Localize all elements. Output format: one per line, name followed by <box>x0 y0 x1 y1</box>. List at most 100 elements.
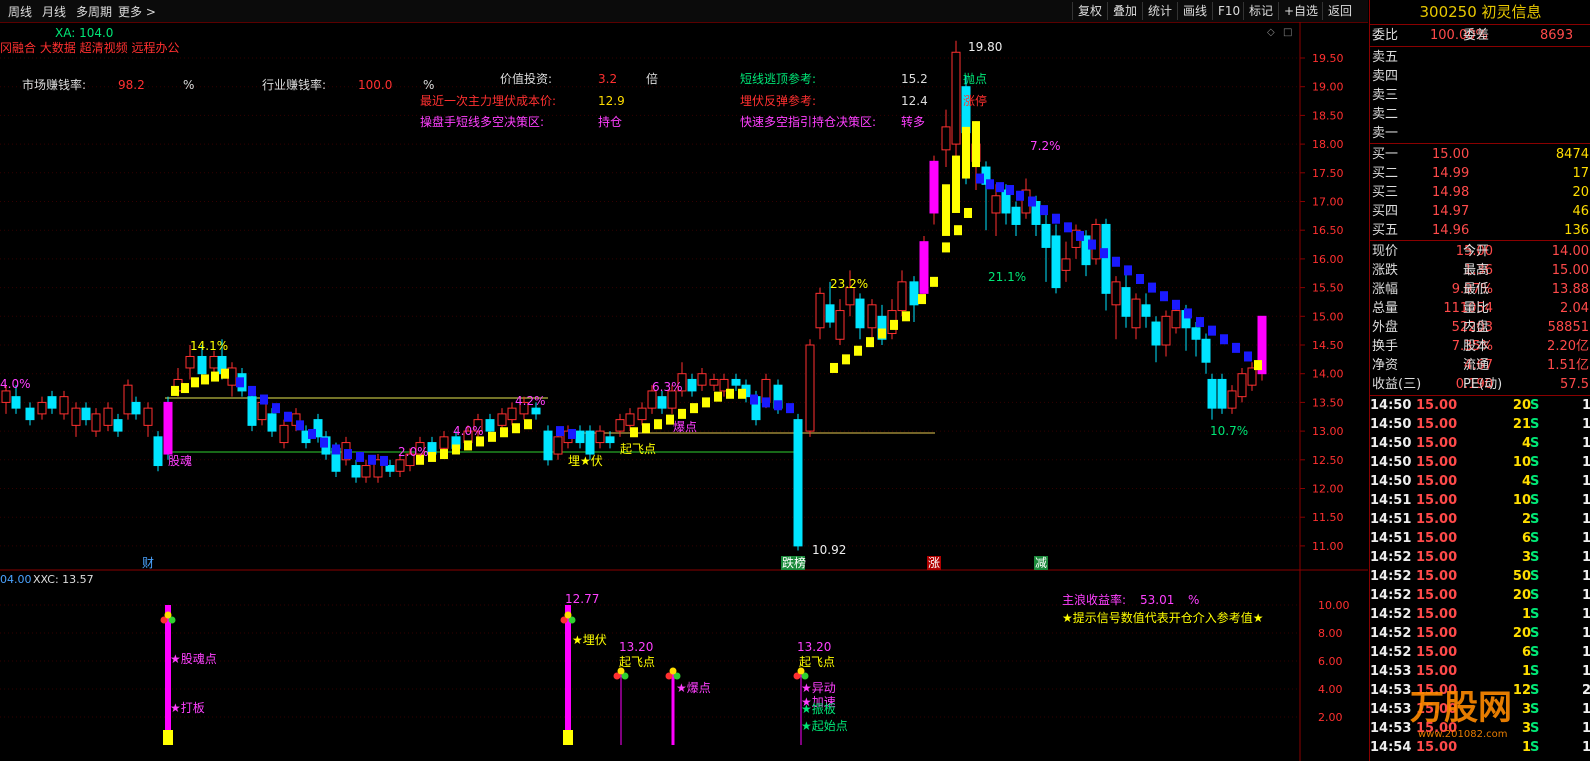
bid-label-5: 买五 <box>1372 223 1399 238</box>
bid-vol-4: 46 <box>1572 204 1589 219</box>
tick-2-n: 1 <box>1581 436 1590 451</box>
candle-body <box>531 407 541 415</box>
tick-1-s: S <box>1530 417 1540 432</box>
candle-body <box>1061 258 1071 271</box>
candle-body <box>991 195 1001 214</box>
tick-12-s: S <box>1530 626 1540 641</box>
price-axis: 19.50 19.00 18.50 18.00 17.50 17.00 16.50 16.00… <box>1300 52 1344 553</box>
tick-10-p: 15.00 <box>1416 588 1458 603</box>
ask-row-2[interactable]: 卖二 <box>1372 105 1398 124</box>
last-cost-label: 最近一次主力埋伏成本价: <box>420 94 556 108</box>
sub-maifu: ★埋伏 <box>572 633 607 647</box>
tick-13-p: 15.00 <box>1416 645 1458 660</box>
candle-body <box>497 413 507 426</box>
diamond-icon[interactable]: ◇ <box>1267 27 1275 38</box>
candle-body <box>709 378 719 386</box>
stock-title[interactable]: 300250 初灵信息 <box>1370 0 1590 25</box>
trend-block <box>976 173 984 184</box>
tick-8-n: 1 <box>1581 550 1590 565</box>
candle-body <box>909 281 919 306</box>
price-tick-label: 15.00 <box>1312 310 1344 323</box>
tick-14-n: 1 <box>1581 664 1590 679</box>
back-button[interactable]: 返回 <box>1322 2 1357 20</box>
signal-maifu: 埋★伏 <box>568 454 603 468</box>
candle-body <box>1111 281 1121 306</box>
trend-block <box>201 374 209 385</box>
tick-17-t: 14:53 <box>1370 721 1412 736</box>
ask-row-3[interactable]: 卖三 <box>1372 86 1398 105</box>
tick-3-n: 1 <box>1581 455 1590 470</box>
tick-3-s: S <box>1530 455 1540 470</box>
trend-block <box>332 444 340 455</box>
tab-multi-period[interactable]: 多周期 <box>76 3 112 20</box>
candle-body <box>1161 315 1171 346</box>
tick-14-s: S <box>1530 664 1540 679</box>
watermark-logo: 万股网 www.201082.com <box>1410 680 1590 750</box>
overlay-button[interactable]: 叠加 <box>1107 2 1142 20</box>
tick-0-n: 1 <box>1581 398 1590 413</box>
candle-body <box>123 384 133 415</box>
candle-body <box>825 304 835 323</box>
candle-body <box>867 304 877 329</box>
pct-label-6: 6.3% <box>652 380 683 394</box>
sub-daban: ★打板 <box>170 701 205 715</box>
sub-value-2: 13.20 <box>619 640 653 654</box>
trend-block <box>284 411 292 422</box>
candle-body <box>1201 338 1211 363</box>
bid-vol-1: 8474 <box>1555 147 1589 162</box>
restore-right-button[interactable]: 复权 <box>1072 2 1107 20</box>
bid-vol-5: 136 <box>1564 223 1589 238</box>
tick-5-s: S <box>1530 493 1540 508</box>
candle-body <box>163 401 173 455</box>
ask-row-4[interactable]: 卖四 <box>1372 67 1398 86</box>
more-menu[interactable]: 更多 > <box>118 3 156 20</box>
trend-block <box>488 431 496 442</box>
trend-block <box>248 385 256 396</box>
stat-1-v2: 15.00 <box>1551 263 1589 278</box>
statistics-button[interactable]: 统计 <box>1142 2 1177 20</box>
sub-qishi: ★起始点 <box>801 719 848 733</box>
tab-monthly[interactable]: 月线 <box>42 3 66 20</box>
add-watchlist-button[interactable]: +自选 <box>1278 2 1323 20</box>
draw-line-button[interactable]: 画线 <box>1177 2 1212 20</box>
sub-value-1: 12.77 <box>565 592 599 606</box>
tick-10-n: 1 <box>1581 588 1590 603</box>
tick-2-p: 15.00 <box>1416 436 1458 451</box>
quote-panel: 300250 初灵信息 委比 100.00% 委差 8693 卖五 卖四 卖三 卖二卖… <box>1369 0 1590 761</box>
pct-label-4a: 4.0% <box>0 377 31 391</box>
tag-jian[interactable]: 减 <box>1035 556 1047 570</box>
trend-block <box>1064 222 1072 233</box>
kline-chart[interactable]: 19.50 19.00 18.50 18.00 17.50 17.00 16.50 16.00… <box>0 22 1368 761</box>
trend-block <box>726 388 734 399</box>
tag-cai[interactable]: 财 <box>142 556 154 570</box>
quick-label: 快速多空指引持仓决策区: <box>740 114 876 129</box>
f10-button[interactable]: F10 <box>1212 2 1245 20</box>
square-icon[interactable]: □ <box>1283 27 1292 38</box>
bid-label-1: 买一 <box>1372 147 1399 162</box>
price-grid <box>0 57 1300 547</box>
price-tick-label: 17.50 <box>1312 167 1344 180</box>
tab-weekly[interactable]: 周线 <box>8 3 32 20</box>
stat-1-l1: 涨跌 <box>1372 263 1399 278</box>
tag-dieb[interactable]: 跌榜 <box>782 555 806 570</box>
stat-5-v2: 2.20亿 <box>1547 339 1589 354</box>
tick-4-p: 15.00 <box>1416 474 1458 489</box>
stat-3-l2: 量比 <box>1463 301 1490 316</box>
trend-block <box>986 179 994 190</box>
candle-body <box>657 396 667 409</box>
trend-block <box>1148 282 1156 293</box>
candle-body <box>1207 378 1217 409</box>
ask-row-5[interactable]: 卖五 <box>1372 48 1398 67</box>
candle-body <box>637 407 647 421</box>
tick-7-n: 1 <box>1581 531 1590 546</box>
trend-block <box>191 377 199 388</box>
trend-block <box>1052 213 1060 224</box>
tag-zhang[interactable]: 涨 <box>928 555 940 570</box>
mark-button[interactable]: 标记 <box>1243 2 1278 20</box>
ask-row-1[interactable]: 卖一 <box>1372 124 1398 143</box>
bid-label-2: 买二 <box>1372 166 1399 181</box>
tick-13-s: S <box>1530 645 1540 660</box>
tick-5-t: 14:51 <box>1370 493 1412 508</box>
sub-tick-label: 2.00 <box>1318 711 1343 724</box>
trend-block <box>524 419 532 430</box>
